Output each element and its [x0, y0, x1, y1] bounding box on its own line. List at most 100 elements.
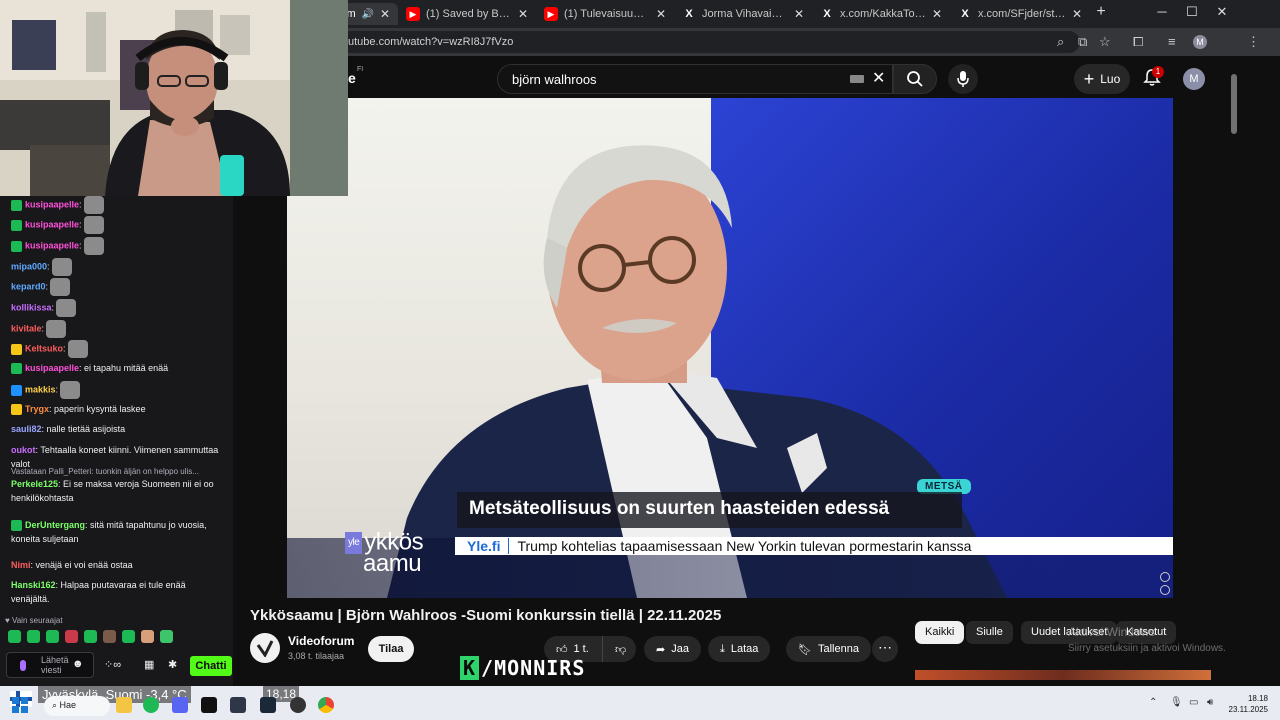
tab-2[interactable]: ▶ (1) Tulevaisuuden tavoite ✕: [536, 3, 674, 25]
emote[interactable]: [103, 630, 116, 643]
maximize-icon[interactable]: ☐: [1177, 4, 1207, 20]
chat-message: makkis:: [11, 381, 226, 399]
chat-username[interactable]: Keltsuko: [25, 343, 63, 353]
tray-overflow-icon[interactable]: ⌃: [1149, 697, 1157, 708]
chat-username[interactable]: kusipaapelle: [25, 199, 79, 209]
chat-username[interactable]: DerUntergang: [25, 520, 85, 530]
account-avatar[interactable]: M: [1183, 68, 1205, 90]
chat-username[interactable]: Trygx: [25, 404, 49, 414]
chat-username[interactable]: mipa000: [11, 261, 47, 271]
close-icon[interactable]: ✕: [518, 7, 528, 21]
spotify-icon[interactable]: [143, 697, 159, 713]
video-settings-icon[interactable]: [1160, 572, 1170, 582]
download-button[interactable]: ⤓ Lataa: [708, 636, 771, 662]
emote[interactable]: [160, 630, 173, 643]
tab-3[interactable]: X Jorma Vihavainen Xssä: ✕: [674, 3, 812, 25]
taskbar-search[interactable]: ⌕ Hae: [44, 696, 110, 716]
emote[interactable]: [8, 630, 21, 643]
close-icon[interactable]: ✕: [794, 7, 804, 21]
brand-text: /MONNIRS: [481, 656, 586, 680]
chat-badge-icon: [11, 404, 22, 416]
keyboard-icon[interactable]: [850, 75, 864, 83]
tab-5[interactable]: X x.com/SFjder/status/1990 ✕: [950, 3, 1090, 25]
close-icon[interactable]: ✕: [380, 7, 390, 21]
obs-icon[interactable]: [290, 697, 306, 713]
x-app-icon[interactable]: [201, 697, 217, 713]
channel-name[interactable]: Videoforum: [288, 634, 354, 648]
window-close-icon[interactable]: ✕: [1207, 4, 1237, 20]
extensions-icon[interactable]: ⧠: [1133, 34, 1143, 50]
chrome-icon[interactable]: [318, 697, 334, 713]
emote[interactable]: [46, 630, 59, 643]
minimize-icon[interactable]: ─: [1147, 4, 1177, 19]
video-info-icon[interactable]: [1160, 585, 1170, 595]
microphone-icon[interactable]: [20, 660, 26, 671]
bookmark-star-icon[interactable]: ☆: [1099, 34, 1111, 50]
subscribe-button[interactable]: Tilaa: [368, 636, 414, 662]
clear-search-icon[interactable]: ✕: [872, 68, 885, 88]
search-button[interactable]: [893, 64, 937, 94]
app-icon[interactable]: [230, 697, 246, 713]
close-icon[interactable]: ✕: [932, 7, 942, 21]
chat-username[interactable]: kollikissa: [11, 302, 52, 312]
chat-username[interactable]: oukot: [11, 445, 36, 455]
more-actions-button[interactable]: ⋯: [872, 636, 898, 662]
save-button[interactable]: 🔖︎ Tallenna: [786, 636, 871, 662]
discord-icon[interactable]: [172, 697, 188, 713]
close-icon[interactable]: ✕: [656, 7, 666, 21]
share-button[interactable]: ➦ Jaa: [644, 636, 701, 662]
scrollbar-thumb[interactable]: [1231, 74, 1237, 134]
store-icon[interactable]: ▦: [144, 658, 154, 671]
taskbar-clock[interactable]: 18.18 23.11.2025: [1226, 693, 1268, 715]
chat-username[interactable]: kepard0: [11, 281, 46, 291]
youtube-logo[interactable]: e: [348, 70, 356, 86]
tray-volume-icon[interactable]: 🔊︎: [1207, 697, 1213, 708]
tab-1[interactable]: ▶ (1) Saved by Bodyguards ✕: [398, 3, 536, 25]
chat-message: kusipaapelle: ei tapahu mitää enää: [11, 361, 226, 375]
emote[interactable]: [27, 630, 40, 643]
media-controls-icon[interactable]: ≡: [1168, 34, 1176, 49]
channel-avatar[interactable]: [250, 633, 280, 663]
new-tab-button[interactable]: +: [1086, 3, 1116, 21]
install-icon[interactable]: ⧉: [1078, 34, 1087, 50]
page-scrollbar[interactable]: [1228, 56, 1240, 686]
chat-username[interactable]: kivitale: [11, 323, 42, 333]
windows-start-icon[interactable]: [12, 697, 28, 713]
emote[interactable]: [141, 630, 154, 643]
emote[interactable]: [84, 630, 97, 643]
tab-4[interactable]: X x.com/KakkaToveri/status ✕: [812, 3, 950, 25]
close-icon[interactable]: ✕: [1072, 7, 1082, 21]
create-button[interactable]: + Luo: [1074, 64, 1130, 94]
zoom-icon[interactable]: ⌕: [1057, 34, 1064, 50]
points-icon[interactable]: ⁘∞: [104, 658, 121, 671]
logo-region: FI: [357, 66, 364, 73]
video-player[interactable]: METSÄ Metsäteollisuus on suurten haastei…: [287, 98, 1173, 598]
file-explorer-icon[interactable]: [116, 697, 132, 713]
search-input[interactable]: björn walhroos: [497, 64, 893, 94]
thumbs-down-icon: 👎︎: [615, 643, 627, 656]
tray-display-icon[interactable]: ▭: [1189, 697, 1198, 708]
steam-icon[interactable]: [260, 697, 276, 713]
voice-search-button[interactable]: [948, 64, 978, 94]
emote[interactable]: [65, 630, 78, 643]
tray-mic-icon[interactable]: 🎙︎: [1170, 697, 1183, 708]
chip-all[interactable]: Kaikki: [915, 621, 965, 644]
url-input[interactable]: utube.com/watch?v=wzRI8J7fVzo: [340, 31, 1080, 53]
chat-username[interactable]: makkis: [25, 384, 56, 394]
recommended-thumbnail[interactable]: [915, 670, 1211, 680]
chat-username[interactable]: Perkele125: [11, 479, 58, 489]
chat-username[interactable]: Hanski162: [11, 580, 56, 590]
chat-username[interactable]: kusipaapelle: [25, 363, 79, 373]
chat-username[interactable]: sauli82: [11, 424, 42, 434]
chip-for-you[interactable]: Siulle: [966, 621, 1013, 644]
chat-username[interactable]: kusipaapelle: [25, 219, 79, 229]
chat-username[interactable]: kusipaapelle: [25, 240, 79, 250]
dislike-button[interactable]: 👎︎: [602, 636, 636, 662]
browser-profile-avatar[interactable]: M: [1193, 35, 1207, 49]
chat-send-button[interactable]: Chatti: [190, 656, 232, 676]
emoji-icon[interactable]: ☻: [72, 658, 84, 670]
settings-gear-icon[interactable]: ✱: [168, 658, 177, 671]
menu-kebab-icon[interactable]: ⋮: [1247, 34, 1260, 50]
emote[interactable]: [122, 630, 135, 643]
chat-username[interactable]: Nimi: [11, 560, 31, 570]
